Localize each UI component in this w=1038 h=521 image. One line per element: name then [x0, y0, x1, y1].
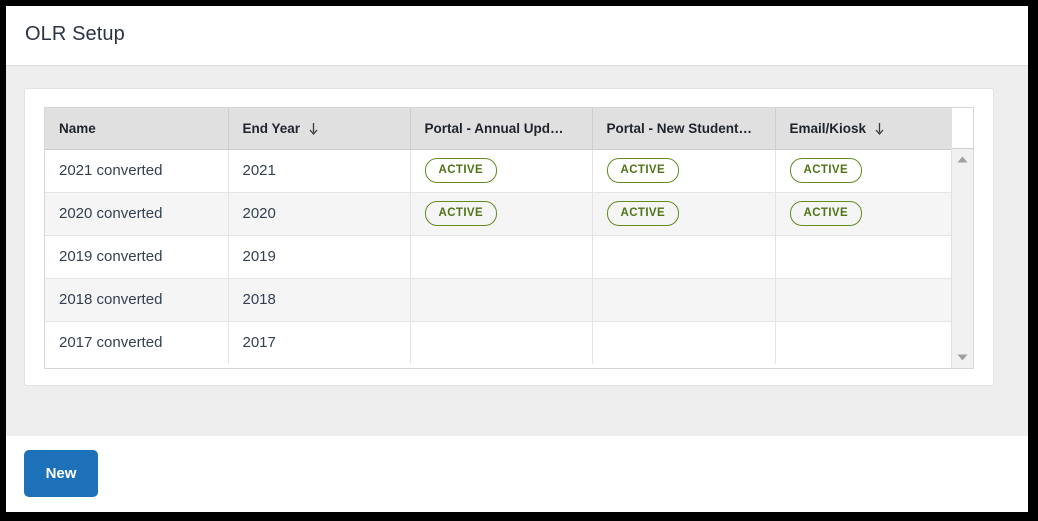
cell-portal-annual-update: ACTIVE: [410, 149, 593, 193]
scroll-gutter-header: [952, 108, 973, 149]
cell-portal-new-student: [592, 321, 776, 364]
column-header-name-label: Name: [59, 120, 96, 136]
scroll-gutter: [951, 108, 973, 368]
table-card: Name End Year Portal - Annual Upd… Porta…: [24, 88, 994, 386]
column-header-name[interactable]: Name: [45, 108, 229, 150]
cell-email-kiosk: [775, 235, 957, 279]
column-header-portal-new-student[interactable]: Portal - New Student…: [592, 108, 776, 150]
setup-table: Name End Year Portal - Annual Upd… Porta…: [45, 108, 957, 364]
cell-end-year: 2019: [228, 235, 411, 279]
cell-email-kiosk: ACTIVE: [775, 192, 957, 236]
scroll-up-button[interactable]: [952, 151, 973, 168]
cell-name: 2018 converted: [45, 278, 229, 322]
content-area: Name End Year Portal - Annual Upd… Porta…: [6, 66, 1028, 436]
status-badge: ACTIVE: [789, 200, 863, 227]
cell-portal-new-student: ACTIVE: [592, 192, 776, 236]
status-badge: ACTIVE: [424, 200, 498, 227]
table-header-row: Name End Year Portal - Annual Upd… Porta…: [45, 108, 957, 150]
table-row[interactable]: 2017 converted 2017: [45, 321, 957, 364]
column-header-end-year-label: End Year: [242, 120, 301, 136]
cell-email-kiosk: [775, 321, 957, 364]
column-header-email-kiosk-label: Email/Kiosk: [789, 120, 867, 136]
column-header-portal-annual-update[interactable]: Portal - Annual Upd…: [410, 108, 593, 150]
cell-portal-new-student: ACTIVE: [592, 149, 776, 193]
cell-portal-annual-update: [410, 321, 593, 364]
column-header-email-kiosk[interactable]: Email/Kiosk: [775, 108, 957, 150]
cell-name: 2017 converted: [45, 321, 229, 364]
table-row[interactable]: 2019 converted 2019: [45, 235, 957, 279]
cell-portal-annual-update: [410, 278, 593, 322]
cell-end-year: 2017: [228, 321, 411, 364]
column-header-portal-annual-update-label: Portal - Annual Upd…: [424, 120, 564, 136]
triangle-up-icon: [957, 156, 968, 163]
status-badge: ACTIVE: [606, 200, 680, 227]
new-button[interactable]: New: [24, 450, 98, 497]
table-head: Name End Year Portal - Annual Upd… Porta…: [45, 108, 957, 150]
vertical-scrollbar[interactable]: [952, 149, 973, 368]
cell-end-year: 2020: [228, 192, 411, 236]
status-badge: ACTIVE: [424, 157, 498, 184]
cell-portal-new-student: [592, 278, 776, 322]
cell-portal-new-student: [592, 235, 776, 279]
cell-name: 2020 converted: [45, 192, 229, 236]
screen-frame: OLR Setup Name End Year Portal - Annual …: [0, 0, 1038, 521]
cell-email-kiosk: [775, 278, 957, 322]
cell-name: 2021 converted: [45, 149, 229, 193]
cell-portal-annual-update: [410, 235, 593, 279]
cell-name: 2019 converted: [45, 235, 229, 279]
table-row[interactable]: 2020 converted 2020 ACTIVE ACTIVE ACTIVE: [45, 192, 957, 236]
page-title: OLR Setup: [25, 23, 125, 45]
data-grid-main: Name End Year Portal - Annual Upd… Porta…: [45, 108, 957, 368]
status-badge: ACTIVE: [789, 157, 863, 184]
cell-end-year: 2018: [228, 278, 411, 322]
scroll-down-button[interactable]: [952, 349, 973, 366]
footer-area: New: [6, 436, 1028, 512]
table-row[interactable]: 2018 converted 2018: [45, 278, 957, 322]
data-grid: Name End Year Portal - Annual Upd… Porta…: [44, 107, 974, 369]
triangle-down-icon: [957, 354, 968, 361]
column-header-end-year[interactable]: End Year: [228, 108, 411, 150]
column-header-portal-new-student-label: Portal - New Student…: [606, 120, 753, 136]
arrow-down-icon: [309, 122, 318, 136]
status-badge: ACTIVE: [606, 157, 680, 184]
arrow-down-icon: [875, 122, 884, 136]
cell-end-year: 2021: [228, 149, 411, 193]
title-bar: OLR Setup: [6, 6, 1028, 66]
table-body: 2021 converted 2021 ACTIVE ACTIVE ACTIVE…: [45, 149, 957, 364]
app-window: OLR Setup Name End Year Portal - Annual …: [6, 6, 1028, 512]
table-row[interactable]: 2021 converted 2021 ACTIVE ACTIVE ACTIVE: [45, 149, 957, 193]
cell-portal-annual-update: ACTIVE: [410, 192, 593, 236]
cell-email-kiosk: ACTIVE: [775, 149, 957, 193]
